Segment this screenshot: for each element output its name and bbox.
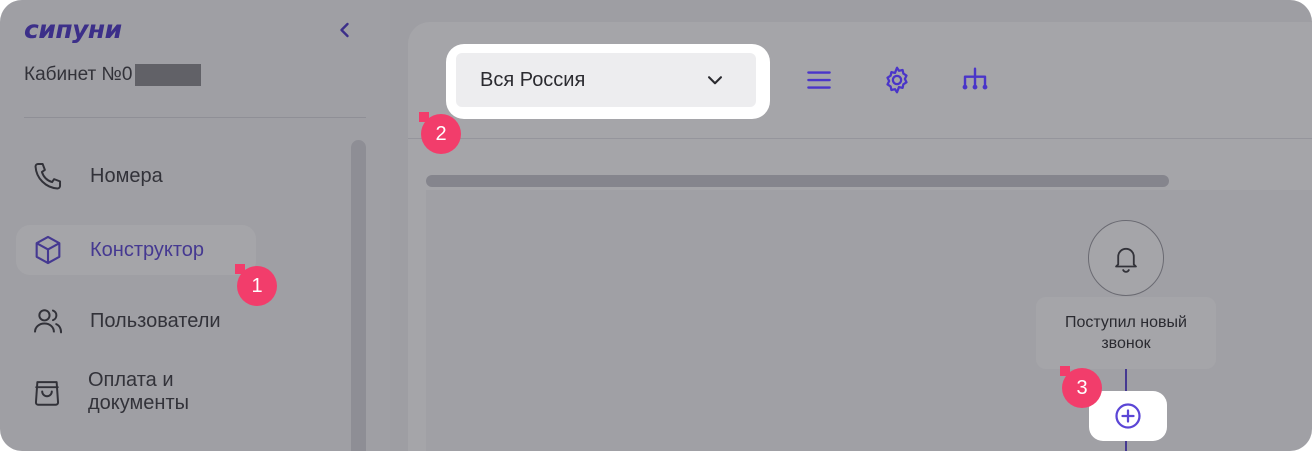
plus-circle-icon: [1115, 403, 1141, 429]
structure-button[interactable]: [957, 62, 993, 98]
redacted-number: [134, 64, 201, 86]
sidebar-item-label: Конструктор: [90, 238, 205, 261]
toolbar-divider: [408, 138, 1312, 139]
logo: сипуни: [24, 14, 122, 44]
sidebar-item-label: Оплата и документы: [88, 369, 189, 414]
add-step-button[interactable]: [1089, 391, 1167, 441]
sidebar-divider: [24, 117, 366, 118]
collapse-sidebar-button[interactable]: [333, 18, 357, 42]
sidebar-item-label: Пользователи: [90, 309, 221, 332]
sidebar-item-payment[interactable]: Оплата и документы: [16, 367, 256, 417]
hierarchy-icon: [962, 67, 988, 90]
step-marker-3: 3: [1060, 366, 1102, 408]
users-icon: [30, 303, 66, 339]
settings-button[interactable]: [879, 62, 915, 98]
event-label-box: Поступил новый звонок: [1036, 297, 1216, 369]
shopping-bag-icon: [30, 374, 64, 410]
step-marker-1: 1: [235, 264, 277, 306]
sidebar-item-label: Номера: [90, 164, 163, 187]
chevron-left-icon: [340, 22, 349, 38]
logo-text: сипуни: [24, 14, 122, 44]
event-label: Поступил новый звонок: [1065, 314, 1187, 352]
canvas-horizontal-scrollbar[interactable]: [426, 175, 1169, 187]
sidebar: сипуни Кабинет №0 Номера Конструктор Пол…: [0, 0, 390, 451]
region-value: Вся Россия: [480, 68, 586, 91]
cabinet-label: Кабинет №0: [24, 64, 133, 85]
sidebar-item-numbers[interactable]: Номера: [16, 151, 256, 201]
sidebar-item-users[interactable]: Пользователи: [16, 296, 256, 346]
gear-icon: [886, 66, 908, 94]
chevron-down-icon: [707, 76, 723, 85]
trigger-node[interactable]: [1088, 220, 1164, 296]
menu-icon: [807, 71, 831, 89]
app-window: сипуни Кабинет №0 Номера Конструктор Пол…: [0, 0, 1312, 451]
step-marker-2: 2: [419, 112, 461, 154]
sidebar-item-constructor[interactable]: Конструктор: [16, 225, 256, 275]
cabinet-number: Кабинет №0: [24, 64, 201, 86]
phone-icon: [30, 158, 66, 194]
bell-icon: [1115, 247, 1137, 273]
region-highlight: Вся Россия: [446, 44, 770, 119]
menu-button[interactable]: [801, 62, 837, 98]
cube-icon: [30, 232, 66, 268]
sidebar-scrollbar[interactable]: [351, 140, 366, 451]
region-select[interactable]: Вся Россия: [456, 53, 756, 107]
